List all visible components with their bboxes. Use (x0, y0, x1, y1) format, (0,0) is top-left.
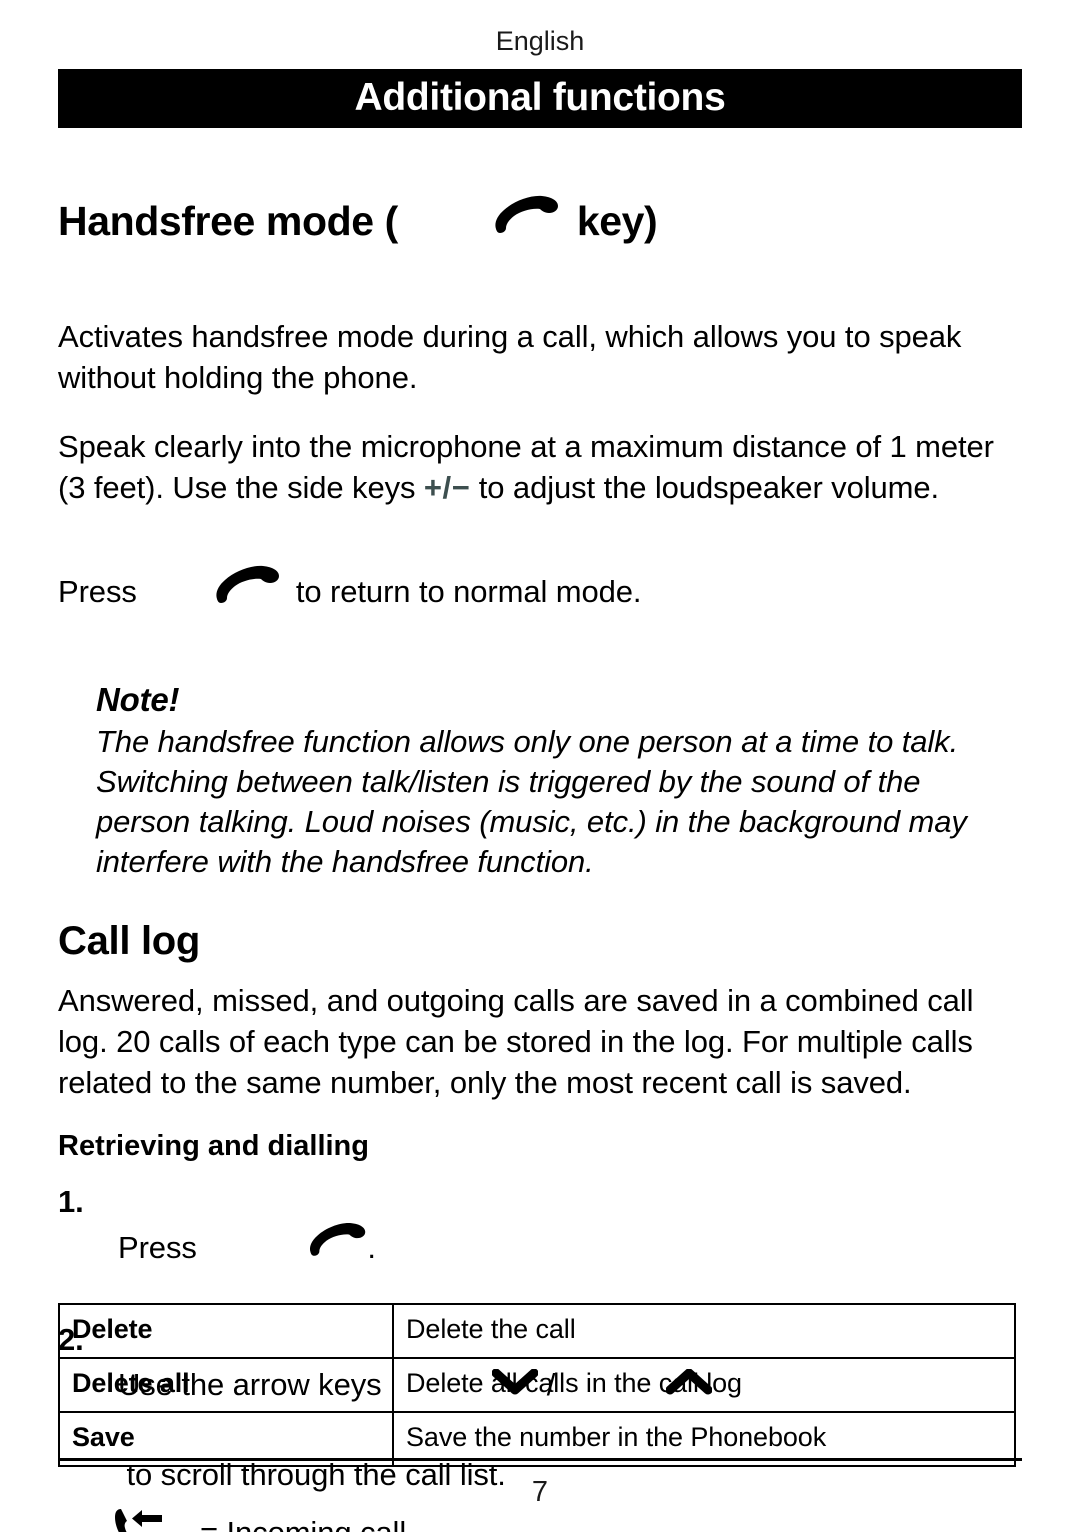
chapter-title: Additional functions (354, 75, 726, 119)
sub-heading-retrieving-dialling: Retrieving and dialling (58, 1130, 369, 1162)
heading-text-before-icon: Handsfree mode ( (58, 198, 398, 244)
step-content: Press . (118, 1179, 1028, 1315)
handset-call-key-icon (404, 138, 560, 300)
section-heading-handsfree: Handsfree mode ( key) (58, 140, 1028, 302)
legend-label: = Incoming call (200, 1513, 406, 1532)
handset-call-key-icon (145, 524, 281, 654)
incoming-call-icon (110, 1506, 166, 1532)
settings-table: Delete Delete the call Delete all Delete… (58, 1303, 1016, 1467)
press-line-text-after: to return to normal mode. (287, 573, 642, 609)
table-cell-description: Delete all calls in the call log (392, 1357, 1016, 1413)
step-number: 1. (58, 1184, 84, 1219)
table-row: Delete all Delete all calls in the call … (58, 1357, 1016, 1413)
press-line-text-before: Press (58, 573, 146, 609)
table-row: Delete Delete the call (58, 1303, 1016, 1359)
section-heading-call-log: Call log (58, 919, 201, 963)
handsfree-paragraph-2: Speak clearly into the microphone at a m… (58, 426, 1028, 508)
step-text: Press (118, 1229, 206, 1265)
handsfree-press-line: Press to return to normal mode. (58, 526, 1028, 656)
running-head-language: English (495, 26, 585, 56)
call-log-paragraph: Answered, missed, and outgoing calls are… (58, 983, 974, 1100)
chapter-banner: Additional functions (58, 69, 1022, 128)
handsfree-paragraph-1: Activates handsfree mode during a call, … (58, 319, 962, 395)
list-item: = Incoming call (110, 1505, 1028, 1532)
manual-page: English Additional functions Handsfree m… (0, 0, 1080, 1532)
footer-divider (58, 1458, 1022, 1461)
page-number: 7 (531, 1476, 549, 1508)
table-cell-key: Delete (58, 1303, 394, 1359)
handset-call-key-icon (205, 1177, 367, 1313)
note-block: Note! The handsfree function allows only… (96, 678, 1028, 882)
side-keys-plus-minus: +/− (423, 470, 471, 505)
table-cell-key: Delete all (58, 1357, 394, 1413)
note-title: Note! (96, 681, 180, 718)
table-cell-description: Delete the call (392, 1303, 1016, 1359)
handsfree-paragraph-2-part2: to adjust the loudspeaker volume. (470, 470, 940, 505)
step-text: . (367, 1229, 376, 1265)
list-item: 1. Press . (58, 1179, 1028, 1315)
call-type-legend: = Incoming call = Outgoing call (110, 1505, 1028, 1532)
note-body: The handsfree function allows only one p… (96, 724, 967, 879)
heading-text-after-icon: key) (565, 198, 658, 244)
